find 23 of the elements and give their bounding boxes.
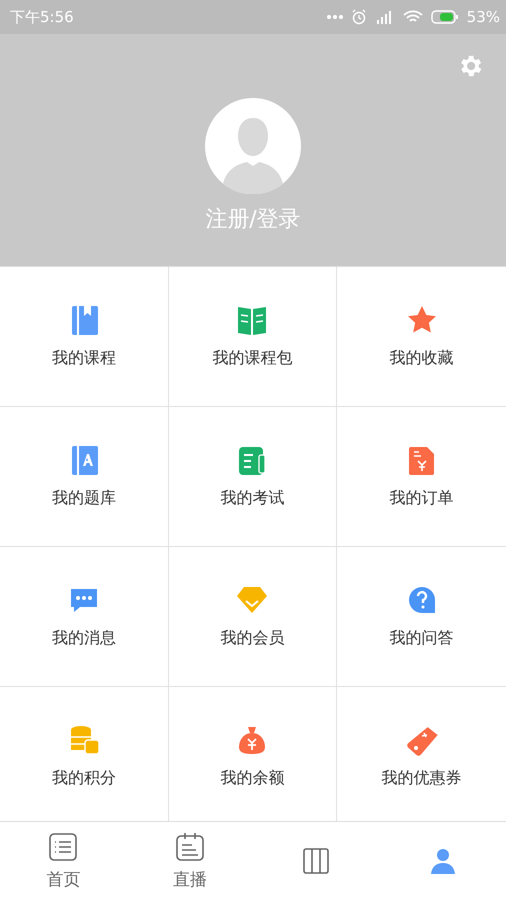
status-time: 下午5:56 — [10, 8, 74, 26]
menu-item[interactable]: 我的课程 — [0, 267, 169, 407]
calendar-list-icon — [174, 832, 205, 862]
open-book-icon — [236, 304, 268, 336]
grid-icon — [301, 846, 332, 876]
menu-item[interactable]: 我的收藏 — [337, 267, 506, 407]
tab[interactable]: 直播 — [126, 822, 253, 900]
tab[interactable]: 首页 — [0, 822, 126, 900]
menu-item[interactable]: 我的课程包 — [168, 267, 338, 407]
avatar[interactable] — [205, 98, 301, 194]
more-dots-icon — [326, 14, 343, 20]
menu-item[interactable]: 我的考试 — [168, 407, 338, 547]
battery-icon — [430, 10, 459, 24]
menu-item[interactable]: 我的题库 — [0, 407, 169, 547]
menu-item[interactable]: 我的问答 — [337, 547, 506, 687]
tag-icon — [406, 724, 438, 756]
list-icon — [48, 832, 78, 862]
alarm-icon — [350, 9, 367, 25]
wifi-icon — [402, 10, 423, 24]
menu-item[interactable]: 我的消息 — [0, 547, 169, 687]
menu-item[interactable]: 我的会员 — [168, 547, 338, 687]
menu-item[interactable]: 我的订单 — [337, 407, 506, 547]
battery-percent: 53% — [466, 8, 500, 26]
